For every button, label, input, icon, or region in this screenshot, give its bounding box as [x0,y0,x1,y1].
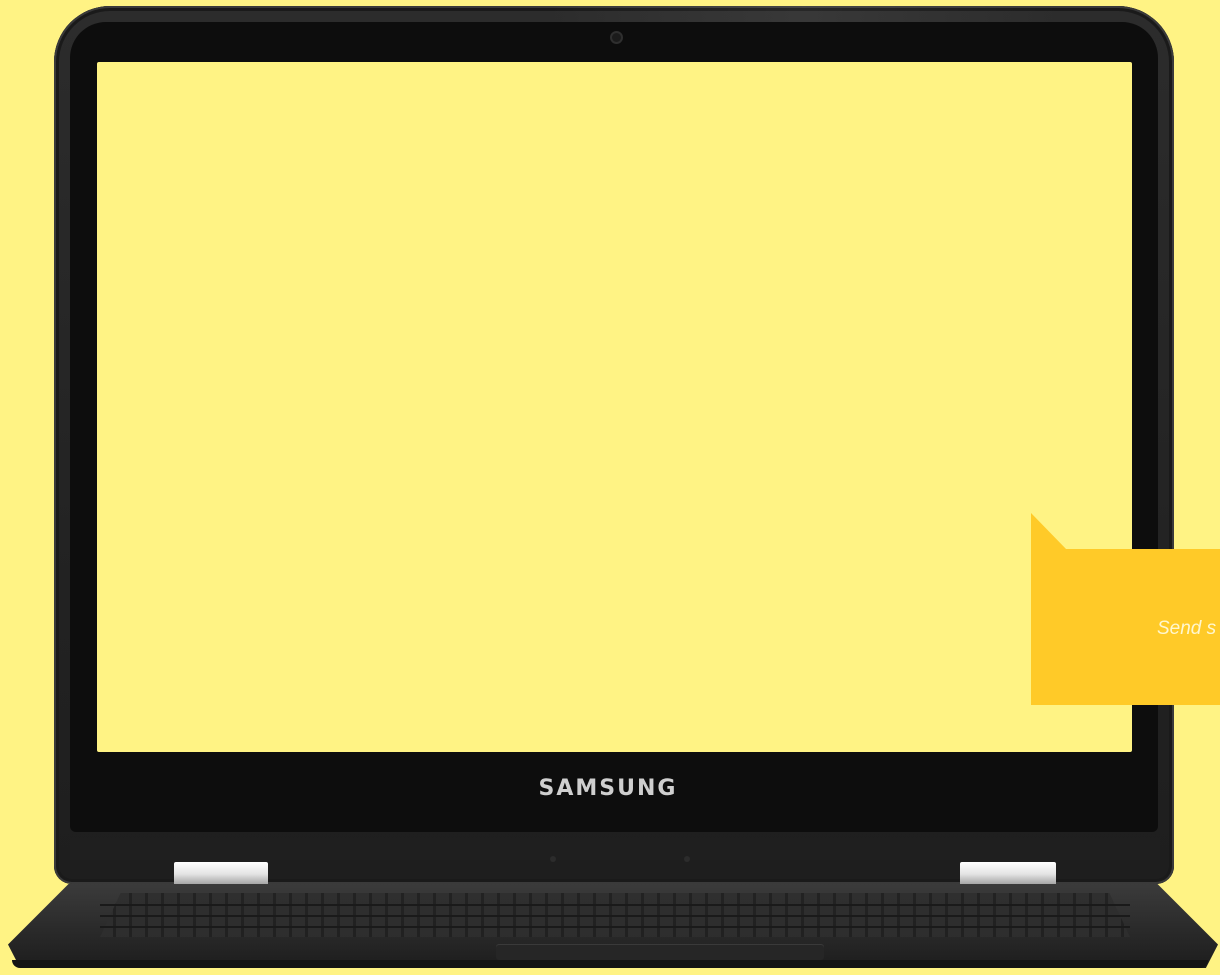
sensor-dot-right [684,856,690,862]
hinge-right [960,862,1056,886]
keyboard-row-divider [100,915,1130,917]
callout-text: Send s [1157,618,1217,639]
deck-edge [12,960,1208,968]
hinge-strip [70,838,1160,860]
hinge-left [174,862,268,886]
laptop-screen [97,62,1132,752]
stage: SAMSUNG Send s [0,0,1220,975]
keyboard-row-divider [100,926,1130,928]
brand-logo: SAMSUNG [538,776,678,801]
keyboard-row-divider [100,904,1130,906]
touchpad [496,944,824,960]
sensor-dot-left [550,856,556,862]
camera-icon [610,31,623,44]
